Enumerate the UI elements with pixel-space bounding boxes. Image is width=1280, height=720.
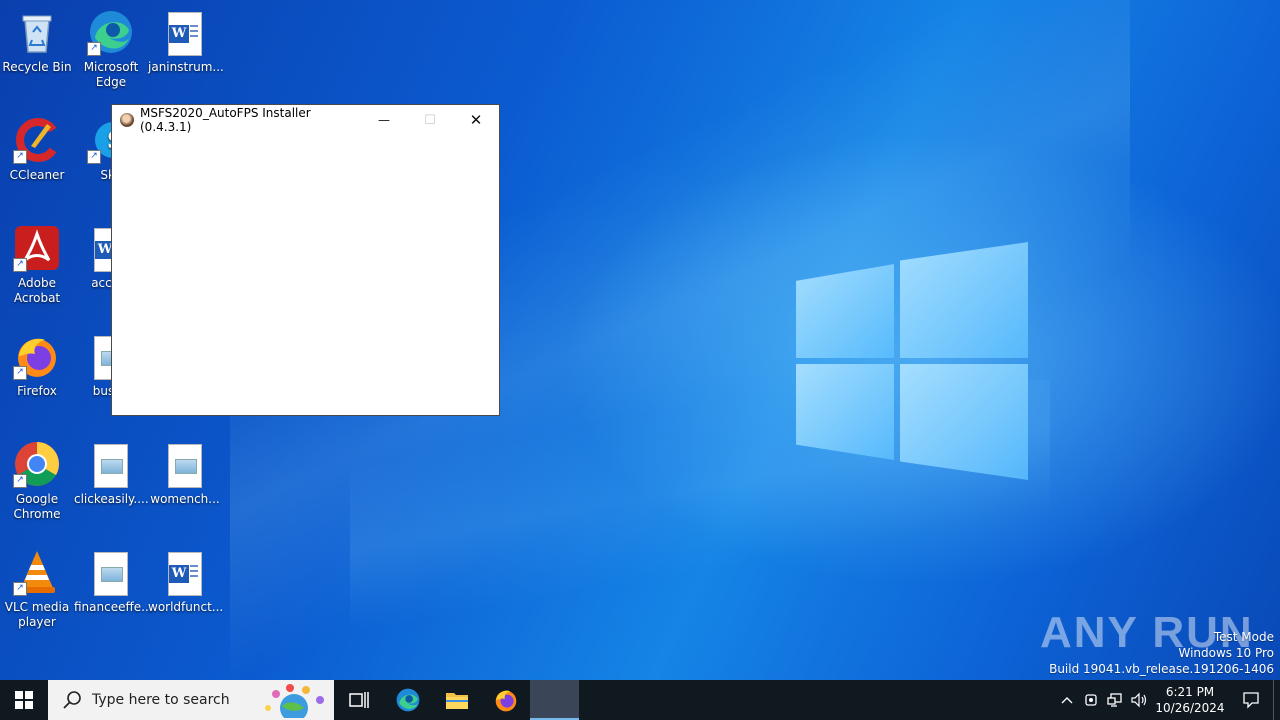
desktop-icon-google-chrome[interactable]: ↗ Google Chrome (0, 440, 74, 522)
maximize-button: ☐ (407, 105, 453, 135)
desktop-icon-label: Microsoft Edge (83, 60, 139, 89)
desktop-icon-financeeffe[interactable]: financeeffe... (74, 548, 153, 615)
desktop-icon-microsoft-edge[interactable]: ↗ Microsoft Edge (74, 8, 148, 90)
desktop-icon-janinstrum[interactable]: W janinstrum... (148, 8, 224, 75)
desktop-icon-label: clickeasily.... (74, 492, 149, 506)
window-titlebar[interactable]: MSFS2020_AutoFPS Installer (0.4.3.1) — ☐… (112, 105, 499, 135)
task-view-button[interactable] (334, 680, 383, 720)
tray-app-button[interactable] (1079, 680, 1103, 720)
taskbar-file-explorer-button[interactable] (432, 680, 481, 720)
system-tray: 6:21 PM 10/26/2024 (1055, 680, 1280, 720)
windows-logo-wallpaper (796, 242, 1028, 480)
desktop-icon-clickeasily[interactable]: clickeasily.... (74, 440, 149, 507)
notification-icon (1243, 692, 1259, 709)
task-view-icon (348, 692, 369, 708)
desktop-icon-adobe-acrobat[interactable]: ↗ Adobe Acrobat (0, 224, 74, 306)
shortcut-arrow-icon: ↗ (13, 366, 27, 380)
desktop-icon-recycle-bin[interactable]: Recycle Bin (0, 8, 74, 75)
edge-icon (396, 688, 419, 712)
search-placeholder: Type here to search (92, 692, 230, 708)
firefox-icon: ↗ (13, 332, 61, 380)
shortcut-arrow-icon: ↗ (13, 150, 27, 164)
window-client-area (112, 135, 499, 415)
ccleaner-icon: ↗ (13, 116, 61, 164)
desktop-icon-label: VLC media player (4, 600, 70, 629)
search-highlight-icon (265, 684, 324, 718)
window-title: MSFS2020_AutoFPS Installer (0.4.3.1) (140, 106, 311, 134)
taskbar-edge-button[interactable] (383, 680, 432, 720)
recycle-bin-icon (13, 8, 61, 56)
network-icon (1107, 693, 1122, 707)
firefox-icon (495, 690, 516, 712)
watermark-build: Build 19041.vb_release.191206-1406 (1049, 662, 1274, 676)
os-watermark: Test Mode Windows 10 Pro Build 19041.vb_… (1049, 629, 1274, 677)
taskbar-clock[interactable]: 6:21 PM 10/26/2024 (1151, 684, 1229, 716)
clock-time: 6:21 PM (1165, 685, 1215, 699)
windows-start-icon (15, 691, 33, 709)
image-file-icon (161, 440, 209, 488)
shortcut-arrow-icon: ↗ (13, 474, 27, 488)
taskbar: Type here to search 6:21 PM 10/26/2024 (0, 680, 1280, 720)
shortcut-arrow-icon: ↗ (13, 582, 27, 596)
desktop-icon-vlc[interactable]: ↗ VLC media player (0, 548, 74, 630)
close-icon: ✕ (469, 111, 483, 129)
app-icon (120, 113, 134, 127)
show-desktop-button[interactable] (1273, 680, 1280, 720)
search-icon (63, 691, 81, 709)
shortcut-arrow-icon: ↗ (87, 150, 101, 164)
desktop-icon-label: worldfunct... (148, 600, 224, 614)
shortcut-arrow-icon: ↗ (13, 258, 27, 272)
clock-date: 10/26/2024 (1155, 701, 1225, 715)
desktop-icon-label: Recycle Bin (2, 60, 72, 74)
minimize-icon: — (378, 113, 390, 127)
word-document-icon: W (161, 8, 209, 56)
desktop-icon-label: janinstrum... (148, 60, 224, 74)
edge-icon: ↗ (87, 8, 135, 56)
desktop-icon-ccleaner[interactable]: ↗ CCleaner (0, 116, 74, 183)
image-file-icon (87, 440, 135, 488)
watermark-test-mode: Test Mode (1213, 630, 1274, 644)
volume-button[interactable] (1127, 680, 1151, 720)
desktop-icon-label: financeeffe... (74, 600, 153, 614)
tray-app-icon (1085, 694, 1097, 706)
network-button[interactable] (1103, 680, 1127, 720)
word-document-icon: W (161, 548, 209, 596)
start-button[interactable] (0, 680, 48, 720)
acrobat-icon: ↗ (13, 224, 61, 272)
minimize-button[interactable]: — (361, 105, 407, 135)
action-center-button[interactable] (1229, 680, 1273, 720)
desktop-icon-worldfunct[interactable]: W worldfunct... (148, 548, 224, 615)
installer-window[interactable]: MSFS2020_AutoFPS Installer (0.4.3.1) — ☐… (111, 104, 500, 416)
desktop-icon-label: Firefox (17, 384, 57, 398)
close-button[interactable]: ✕ (453, 105, 499, 135)
taskbar-firefox-button[interactable] (481, 680, 530, 720)
desktop-icon-label: Adobe Acrobat (13, 276, 61, 305)
vlc-icon: ↗ (13, 548, 61, 596)
desktop-icon-label: Google Chrome (13, 492, 61, 521)
taskbar-search-box[interactable]: Type here to search (48, 680, 334, 720)
desktop-icon-womench[interactable]: womench... (148, 440, 222, 507)
image-file-icon (87, 548, 135, 596)
volume-icon (1131, 692, 1147, 708)
desktop-icon-firefox[interactable]: ↗ Firefox (0, 332, 74, 399)
chrome-icon: ↗ (13, 440, 61, 488)
watermark-edition: Windows 10 Pro (1178, 646, 1274, 660)
chevron-up-icon (1061, 697, 1073, 704)
maximize-icon: ☐ (424, 112, 436, 128)
taskbar-installer-button[interactable] (530, 680, 579, 720)
folder-icon (445, 693, 468, 709)
show-hidden-icons-button[interactable] (1055, 680, 1079, 720)
desktop-icon-label: womench... (150, 492, 220, 506)
desktop-icon-label: CCleaner (9, 168, 65, 182)
shortcut-arrow-icon: ↗ (87, 42, 101, 56)
